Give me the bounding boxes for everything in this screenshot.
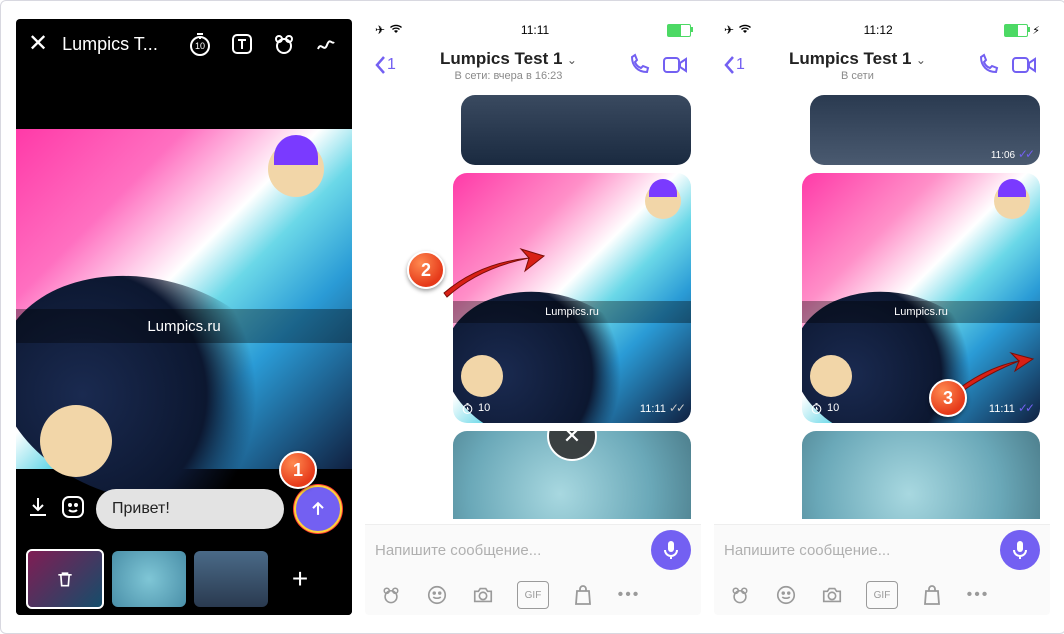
step-marker-3: 3	[929, 379, 967, 417]
status-bar: ✈︎ 11:11	[365, 19, 701, 41]
more-icon[interactable]: •••	[617, 583, 641, 607]
chat-header: 1 Lumpics Test 1 ⌄ В сети	[714, 41, 1050, 90]
wifi-icon	[389, 23, 403, 37]
thumbnail-3[interactable]	[194, 551, 268, 607]
smile-icon[interactable]	[774, 583, 798, 607]
back-button[interactable]: 1	[373, 55, 396, 75]
thumbnail-strip: +	[16, 543, 352, 615]
status-bar: ✈︎ 11:12 ⚡︎	[714, 19, 1050, 41]
voice-message-button[interactable]	[1000, 530, 1040, 570]
read-status-icon: ✓✓	[1018, 401, 1032, 415]
voice-message-button[interactable]	[651, 530, 691, 570]
thumbs-up-sticker[interactable]	[40, 405, 112, 477]
chat-input[interactable]: Напишите сообщение...	[724, 542, 992, 559]
close-icon[interactable]: ✕	[28, 32, 48, 56]
battery-icon	[667, 24, 691, 37]
face-sticker	[645, 183, 681, 219]
editor-title: Lumpics T...	[62, 34, 172, 55]
bear-sticker-icon[interactable]	[270, 30, 298, 58]
message-bubble-prev[interactable]: 11:06 ✓✓	[810, 95, 1040, 165]
delete-thumbnail-icon[interactable]	[28, 551, 102, 607]
disappear-timer: 10	[478, 402, 490, 414]
chat-input[interactable]: Напишите сообщение...	[375, 542, 643, 559]
video-call-button[interactable]	[1006, 55, 1042, 75]
send-button[interactable]	[294, 485, 342, 533]
chat-screen-sending: ✈︎ 11:11 1 Lumpics Test 1 ⌄ В сети: вчер…	[365, 19, 701, 615]
status-time: 11:12	[864, 23, 893, 37]
bear-icon[interactable]	[379, 583, 403, 607]
chat-contact-name[interactable]: Lumpics Test 1	[789, 49, 912, 68]
photo-caption[interactable]: Lumpics.ru	[16, 309, 352, 343]
arrow-3	[959, 355, 1039, 400]
photo-canvas[interactable]: Lumpics.ru	[16, 129, 352, 469]
photo-editor-screen: ✕ Lumpics T... 10 Lumpics.ru Привет!	[16, 19, 352, 615]
wifi-icon	[738, 23, 752, 37]
shop-icon[interactable]	[920, 583, 944, 607]
shop-icon[interactable]	[571, 583, 595, 607]
message-time: 11:06	[991, 150, 1015, 161]
chat-input-bar: Напишите сообщение...	[714, 524, 1050, 575]
chat-toolbar: GIF •••	[365, 575, 701, 615]
editor-composer: Привет!	[16, 481, 352, 537]
chat-input-bar: Напишите сообщение...	[365, 524, 701, 575]
status-time: 11:11	[521, 23, 549, 37]
airplane-mode-icon: ✈︎	[375, 23, 385, 37]
add-thumbnail-button[interactable]: +	[276, 555, 324, 603]
chevron-down-icon[interactable]: ⌄	[567, 53, 577, 67]
charging-icon: ⚡︎	[1032, 24, 1040, 37]
emoji-picker-icon[interactable]	[60, 494, 86, 525]
read-status-icon: ✓✓	[1018, 147, 1032, 161]
chat-contact-name[interactable]: Lumpics Test 1	[440, 49, 563, 68]
thumbnail-2[interactable]	[112, 551, 186, 607]
message-bubble-prev[interactable]	[461, 95, 691, 165]
message-time: 11:11	[989, 403, 1015, 415]
download-icon[interactable]	[26, 495, 50, 524]
cancel-upload-button[interactable]: ✕	[547, 431, 597, 461]
message-time: 11:11	[640, 403, 666, 415]
step-marker-2: 2	[407, 251, 445, 289]
delivery-status-icon: ✓✓	[669, 401, 683, 415]
step-marker-1: 1	[279, 451, 317, 489]
voice-call-button[interactable]	[621, 53, 657, 77]
doodle-icon[interactable]	[312, 30, 340, 58]
smile-icon[interactable]	[425, 583, 449, 607]
timer-icon[interactable]: 10	[186, 30, 214, 58]
more-icon[interactable]: •••	[966, 583, 990, 607]
editor-topbar: ✕ Lumpics T... 10	[16, 19, 352, 69]
thumbs-up-sticker	[461, 355, 503, 397]
photo-watermark: Lumpics.ru	[802, 301, 1040, 323]
camera-icon[interactable]	[471, 583, 495, 607]
back-count: 1	[387, 56, 396, 74]
airplane-mode-icon: ✈︎	[724, 23, 734, 37]
disappear-timer: 10	[827, 402, 839, 414]
arrow-2	[439, 253, 549, 308]
message-input[interactable]: Привет!	[96, 489, 284, 529]
gif-icon[interactable]: GIF	[866, 581, 898, 609]
chevron-down-icon[interactable]: ⌄	[916, 53, 926, 67]
message-bubble-uploading[interactable]: ✕	[453, 431, 691, 519]
face-sticker[interactable]	[268, 141, 324, 197]
chat-screen-delivered: ✈︎ 11:12 ⚡︎ 1 Lumpics Test 1 ⌄ В сети 11…	[714, 19, 1050, 615]
bear-icon[interactable]	[728, 583, 752, 607]
thumbs-up-sticker	[810, 355, 852, 397]
thumbnail-1[interactable]	[26, 549, 104, 609]
message-bubble-next[interactable]	[802, 431, 1040, 519]
text-tool-icon[interactable]	[228, 30, 256, 58]
voice-call-button[interactable]	[970, 53, 1006, 77]
chat-toolbar: GIF •••	[714, 575, 1050, 615]
timer-value: 10	[195, 41, 205, 51]
face-sticker	[994, 183, 1030, 219]
gif-icon[interactable]: GIF	[517, 581, 549, 609]
chat-header: 1 Lumpics Test 1 ⌄ В сети: вчера в 16:23	[365, 41, 701, 90]
video-call-button[interactable]	[657, 55, 693, 75]
camera-icon[interactable]	[820, 583, 844, 607]
back-count: 1	[736, 56, 745, 74]
battery-icon	[1004, 24, 1028, 37]
message-list[interactable]: 11:06 ✓✓ Lumpics.ru 10 11:11 ✓✓	[714, 89, 1050, 519]
back-button[interactable]: 1	[722, 55, 745, 75]
presence-text: В сети	[745, 70, 970, 82]
presence-text: В сети: вчера в 16:23	[396, 70, 621, 82]
